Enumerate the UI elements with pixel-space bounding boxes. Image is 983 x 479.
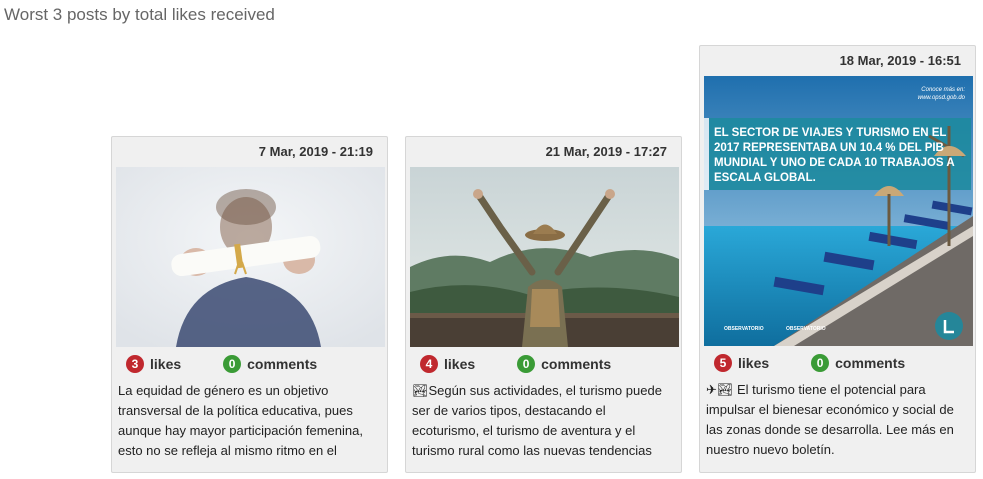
image-logo-right: OBSERVATORIO	[786, 326, 826, 332]
diploma-photo	[116, 167, 385, 347]
post-caption: 🏞Según sus actividades, el turismo puede…	[412, 383, 662, 458]
comments-label: comments	[835, 355, 906, 371]
comments-stat: 0 comments	[517, 355, 611, 373]
post-caption: La equidad de género es un objetivo tran…	[118, 383, 363, 458]
comments-count-badge: 0	[517, 355, 536, 373]
likes-count-badge: 5	[714, 354, 732, 372]
post-date: 7 Mar, 2019 - 21:19	[258, 144, 373, 159]
pool-infographic	[704, 76, 973, 346]
likes-stat: 5 likes	[714, 354, 769, 372]
post-image[interactable]	[116, 167, 385, 347]
comments-label: comments	[247, 356, 318, 372]
likes-count-badge: 3	[126, 355, 144, 373]
post-stats: 4 likes 0 comments	[406, 347, 681, 381]
post-stats: 5 likes 0 comments	[700, 346, 975, 380]
post-date: 21 Mar, 2019 - 17:27	[545, 144, 667, 159]
post-card[interactable]: 21 Mar, 2019 - 17:27 4 likes 0 comments …	[405, 136, 682, 473]
comments-count-badge: 0	[811, 354, 830, 372]
hiker-photo	[410, 167, 679, 347]
post-caption: ✈🏞 El turismo tiene el potencial para im…	[706, 382, 954, 457]
likes-stat: 3 likes	[126, 355, 181, 373]
section-title: Worst 3 posts by total likes received	[4, 5, 275, 24]
post-image[interactable]: EL SECTOR DE VIAJES Y TURISMO EN EL 2017…	[704, 76, 973, 346]
comments-stat: 0 comments	[223, 355, 317, 373]
likes-label: likes	[150, 356, 182, 372]
image-logo-left: OBSERVATORIO	[724, 326, 764, 332]
comments-count-badge: 0	[223, 355, 242, 373]
likes-stat: 4 likes	[420, 355, 475, 373]
likes-count-badge: 4	[420, 355, 438, 373]
post-date: 18 Mar, 2019 - 16:51	[839, 53, 961, 68]
post-card[interactable]: 18 Mar, 2019 - 16:51 EL SECTOR DE VIAJES…	[699, 45, 976, 473]
likes-label: likes	[444, 356, 476, 372]
post-stats: 3 likes 0 comments	[112, 347, 387, 381]
comments-label: comments	[541, 356, 612, 372]
image-corner-text: Conoce más en: www.opsd.gob.do	[917, 87, 965, 101]
likes-label: likes	[738, 355, 770, 371]
image-headline: EL SECTOR DE VIAJES Y TURISMO EN EL 2017…	[714, 127, 955, 184]
post-card[interactable]: 7 Mar, 2019 - 21:19 3 likes 0 comments L…	[111, 136, 388, 473]
comments-stat: 0 comments	[811, 354, 905, 372]
post-image[interactable]	[410, 167, 679, 347]
